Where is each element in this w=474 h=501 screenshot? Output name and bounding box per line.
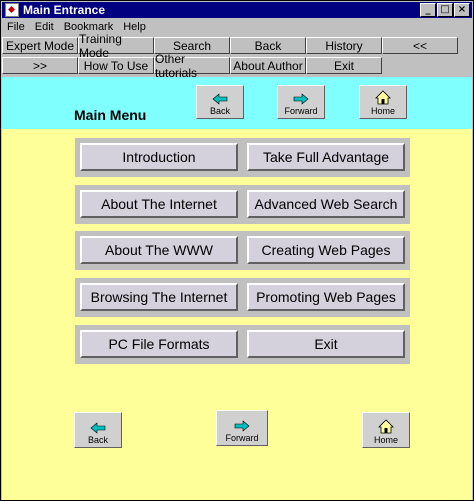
advanced-web-search-button[interactable]: Advanced Web Search: [247, 190, 405, 218]
previous-button[interactable]: <<: [382, 37, 458, 54]
history-button[interactable]: History: [306, 37, 382, 54]
minimize-button[interactable]: _: [420, 3, 436, 17]
about-the-www-button[interactable]: About The WWW: [80, 236, 238, 264]
footer-back-label: Back: [87, 435, 108, 445]
menu-row-4: Browsing The Internet Promoting Web Page…: [75, 278, 410, 317]
app-icon: [5, 3, 19, 17]
footer-back-button[interactable]: Back: [74, 412, 122, 448]
other-tutorials-button[interactable]: Other tutorials: [154, 52, 230, 80]
forward-arrow-icon: [293, 93, 309, 105]
header-forward-label: Forward: [284, 106, 318, 116]
header-home-button[interactable]: Home: [359, 85, 407, 119]
header-forward-button[interactable]: Forward: [277, 85, 325, 119]
nav-row-1: Expert Mode Training Mode Search Back Hi…: [2, 32, 458, 60]
window-title: Main Entrance: [23, 3, 106, 17]
forward-arrow-icon: [234, 420, 250, 432]
about-the-internet-button[interactable]: About The Internet: [80, 190, 238, 218]
back-nav-button[interactable]: Back: [230, 37, 306, 54]
expert-mode-button[interactable]: Expert Mode: [2, 37, 78, 54]
menu-edit[interactable]: Edit: [30, 21, 59, 33]
footer-forward-button[interactable]: Forward: [216, 410, 268, 446]
footer-home-button[interactable]: Home: [362, 412, 410, 448]
take-full-advantage-button[interactable]: Take Full Advantage: [247, 143, 405, 171]
back-arrow-icon: [212, 93, 228, 105]
home-icon: [378, 419, 394, 434]
content-area: Introduction Take Full Advantage About T…: [2, 129, 472, 500]
close-button[interactable]: ×: [454, 3, 470, 17]
training-mode-button[interactable]: Training Mode: [78, 32, 154, 60]
menu-row-1: Introduction Take Full Advantage: [75, 138, 410, 177]
menu-row-3: About The WWW Creating Web Pages: [75, 231, 410, 270]
menu-file[interactable]: File: [2, 21, 30, 33]
home-icon: [375, 90, 391, 105]
pc-file-formats-button[interactable]: PC File Formats: [80, 330, 238, 358]
menu-row-2: About The Internet Advanced Web Search: [75, 185, 410, 224]
next-button[interactable]: >>: [2, 57, 78, 74]
maximize-button[interactable]: □: [437, 3, 453, 17]
header-back-label: Back: [209, 106, 230, 116]
footer-forward-label: Forward: [225, 433, 259, 443]
introduction-button[interactable]: Introduction: [80, 143, 238, 171]
header-back-button[interactable]: Back: [196, 85, 244, 119]
about-author-button[interactable]: About Author: [230, 57, 306, 74]
back-arrow-icon: [90, 422, 106, 434]
exit-nav-button[interactable]: Exit: [306, 57, 382, 74]
promoting-web-pages-button[interactable]: Promoting Web Pages: [247, 283, 405, 311]
header-panel: Main Menu Back Forward Home: [2, 77, 472, 129]
header-home-label: Home: [370, 106, 395, 116]
menu-bar: File Edit Bookmark Help: [2, 19, 472, 35]
menu-row-5: PC File Formats Exit: [75, 325, 410, 364]
exit-button[interactable]: Exit: [247, 330, 405, 358]
browsing-the-internet-button[interactable]: Browsing The Internet: [80, 283, 238, 311]
footer-home-label: Home: [373, 435, 398, 445]
app-window: Main Entrance _ □ × File Edit Bookmark H…: [0, 0, 474, 501]
nav-row-2: >> How To Use Other tutorials About Auth…: [2, 52, 382, 80]
title-bar: Main Entrance _ □ ×: [2, 2, 472, 18]
how-to-use-button[interactable]: How To Use: [78, 57, 154, 74]
page-title: Main Menu: [74, 107, 147, 123]
creating-web-pages-button[interactable]: Creating Web Pages: [247, 236, 405, 264]
